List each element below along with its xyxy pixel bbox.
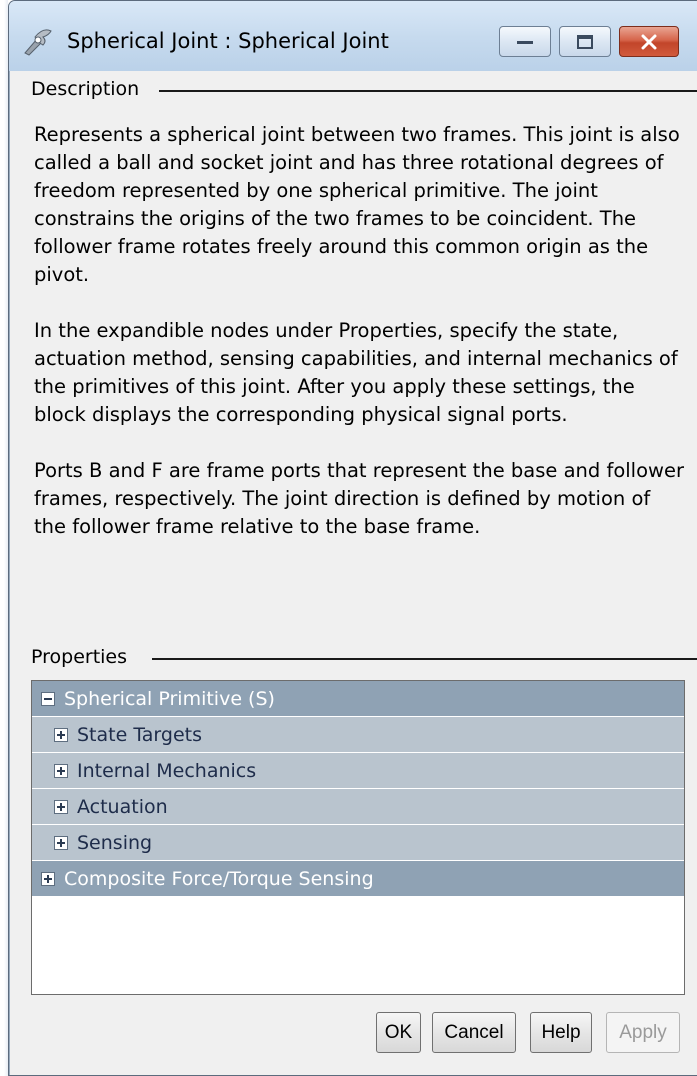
properties-tree[interactable]: Spherical Primitive (S) State Targets In… [31,680,685,995]
apply-button[interactable]: Apply [606,1012,680,1053]
tree-node-sensing[interactable]: Sensing [32,825,684,861]
dialog-window: Spherical Joint : Spherical Joint Descri… [8,0,697,1076]
description-divider [159,90,697,92]
tree-node-composite-force-torque-sensing[interactable]: Composite Force/Torque Sensing [32,861,684,897]
help-button[interactable]: Help [530,1012,592,1053]
ok-button[interactable]: OK [376,1012,421,1053]
expand-icon[interactable] [54,763,68,778]
close-icon [641,34,657,49]
cancel-button[interactable]: Cancel [432,1012,516,1053]
tree-node-spherical-primitive[interactable]: Spherical Primitive (S) [32,681,684,717]
tree-node-label: Composite Force/Torque Sensing [64,867,374,890]
window-title: Spherical Joint : Spherical Joint [67,29,389,53]
expand-icon[interactable] [41,871,55,886]
tree-node-state-targets[interactable]: State Targets [32,717,684,753]
expand-icon[interactable] [54,727,68,742]
tree-node-label: Sensing [77,831,153,854]
expand-icon[interactable] [54,799,68,814]
minimize-icon [517,40,533,44]
description-label: Description [31,78,146,100]
tree-node-label: State Targets [77,723,203,746]
properties-divider [152,658,697,660]
tree-node-label: Actuation [77,795,168,818]
properties-label: Properties [31,646,134,668]
desktop-edge [0,0,8,1076]
minimize-button[interactable] [499,26,551,57]
description-paragraph: Represents a spherical joint between two… [34,123,680,286]
spherical-joint-icon [24,29,52,56]
description-text: Represents a spherical joint between two… [34,121,684,569]
tree-node-actuation[interactable]: Actuation [32,789,684,825]
maximize-icon [577,34,593,49]
tree-node-internal-mechanics[interactable]: Internal Mechanics [32,753,684,789]
description-paragraph: In the expandible nodes under Properties… [34,319,678,426]
expand-icon[interactable] [54,835,68,850]
tree-node-label: Spherical Primitive (S) [64,687,275,710]
description-paragraph: Ports B and F are frame ports that repre… [34,459,684,538]
maximize-button[interactable] [559,26,611,57]
collapse-icon[interactable] [41,691,55,706]
tree-node-label: Internal Mechanics [77,759,257,782]
close-button[interactable] [619,26,679,57]
title-bar[interactable]: Spherical Joint : Spherical Joint [9,1,697,75]
